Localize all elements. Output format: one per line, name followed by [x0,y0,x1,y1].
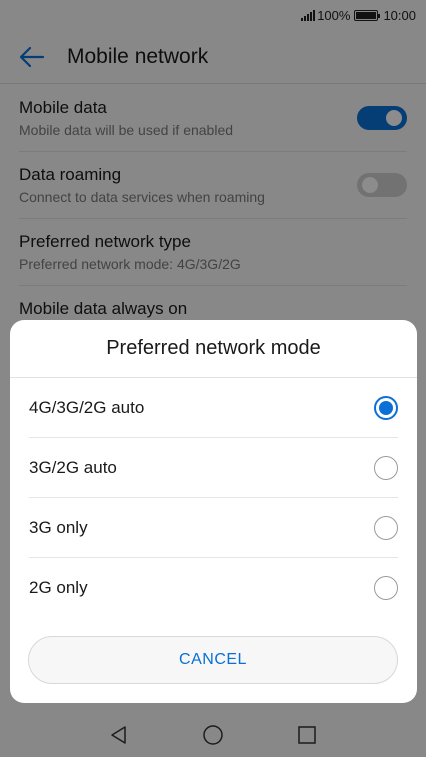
option-3g-2g-auto[interactable]: 3G/2G auto [29,438,398,498]
radio-unchecked-icon[interactable] [374,455,398,480]
option-label: 2G only [29,578,88,597]
radio-unchecked-icon[interactable] [374,515,398,540]
option-2g-only[interactable]: 2G only [29,558,398,618]
radio-checked-icon[interactable] [374,395,398,420]
cancel-button[interactable]: CANCEL [28,636,398,684]
option-3g-only[interactable]: 3G only [29,498,398,558]
radio-unchecked-icon[interactable] [374,576,398,600]
option-label: 4G/3G/2G auto [29,397,145,417]
option-4g-3g-2g-auto[interactable]: 4G/3G/2G auto [29,378,398,438]
option-label: 3G/2G auto [29,457,117,477]
dialog-title: Preferred network mode [10,320,417,378]
option-label: 3G only [29,517,88,537]
preferred-network-mode-dialog: Preferred network mode 4G/3G/2G auto 3G/… [10,320,417,703]
